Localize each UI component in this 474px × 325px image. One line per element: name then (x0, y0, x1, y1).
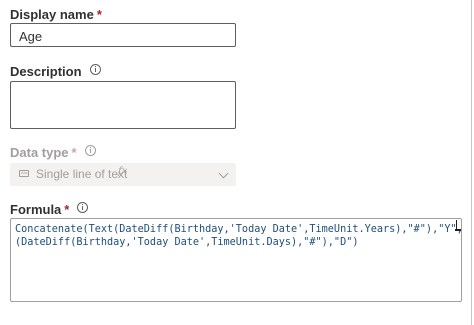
info-icon[interactable] (84, 145, 96, 156)
formula-text: Concatenate(Text(DateDiff(Birthday,'Toda… (15, 223, 461, 249)
data-type-dropdown: Single line of text fx (10, 163, 236, 186)
data-type-label: Data type * (10, 145, 96, 161)
description-label: Description (10, 64, 101, 80)
display-name-label-text: Display name (10, 7, 94, 22)
formula-label: Formula * (10, 202, 89, 218)
field-properties-panel: Display name * Age Description Data type *… (0, 0, 474, 325)
display-name-value: Age (19, 29, 43, 44)
formula-editor[interactable]: Concatenate(Text(DateDiff(Birthday,'Toda… (10, 218, 462, 302)
info-icon[interactable] (89, 64, 101, 75)
fx-icon: fx (118, 166, 128, 177)
text-cursor-base (455, 229, 461, 231)
description-label-text: Description (10, 64, 82, 79)
data-type-label-text: Data type (10, 145, 69, 160)
chevron-down-icon (218, 168, 229, 179)
formula-line-1: Concatenate(Text(DateDiff(Birthday,'Toda… (15, 224, 462, 235)
display-name-label: Display name * (10, 7, 102, 23)
info-icon[interactable] (77, 202, 89, 213)
display-name-input[interactable]: Age (10, 23, 236, 47)
required-asterisk: * (96, 7, 102, 22)
panel-divider (471, 0, 472, 325)
data-type-selected: Single line of text (36, 167, 128, 181)
formula-line-2: (DateDiff(Birthday,'Today Date',TimeUnit… (15, 237, 359, 248)
required-asterisk: * (71, 145, 77, 160)
text-field-icon (19, 170, 29, 177)
formula-label-text: Formula (10, 202, 62, 217)
description-textarea[interactable] (10, 81, 236, 129)
required-asterisk: * (64, 202, 70, 217)
